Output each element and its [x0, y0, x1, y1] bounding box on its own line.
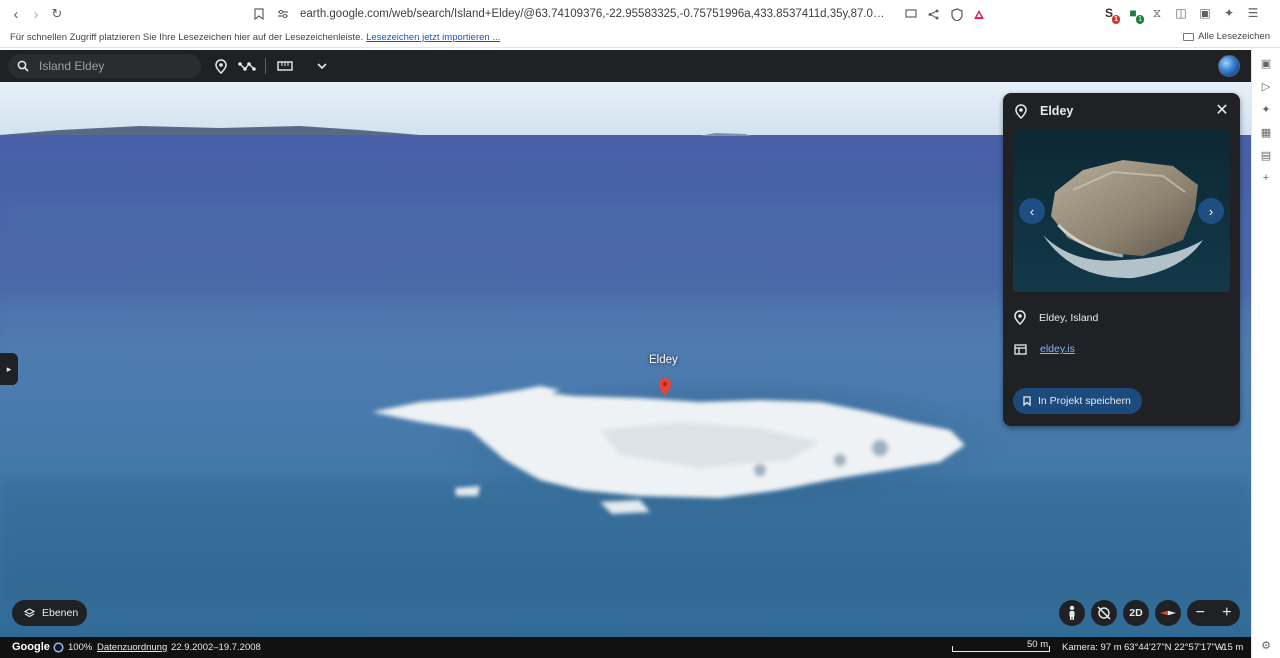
- video-side-icon[interactable]: ▷: [1259, 79, 1273, 93]
- google-logo: Google: [12, 641, 50, 653]
- leo-side-icon[interactable]: ✦: [1259, 102, 1273, 116]
- camera-altitude: Kamera: 97 m: [1062, 642, 1122, 653]
- account-globe-icon[interactable]: [1218, 55, 1240, 77]
- map-pin-icon[interactable]: [659, 378, 671, 396]
- url-text[interactable]: earth.google.com/web/search/Island+Eldey…: [300, 8, 890, 20]
- place-info-card: Eldey ✕ ‹ › Eldey, Island eldey.is In Pr…: [1003, 93, 1240, 426]
- browser-sidebar-strip: ▣ ▷ ✦ ▦ ▤ + ⚙: [1251, 50, 1280, 658]
- compass-button[interactable]: [1155, 600, 1181, 626]
- expand-sidebar-handle[interactable]: ▸: [0, 353, 18, 385]
- leo-ai-icon[interactable]: ✦: [1220, 4, 1238, 22]
- location-pin-icon: [1014, 310, 1026, 325]
- save-to-project-label: In Projekt speichern: [1038, 395, 1131, 407]
- sidebar-toggle-icon[interactable]: ◫: [1172, 4, 1190, 22]
- measure-ruler-icon[interactable]: [276, 57, 294, 75]
- close-icon[interactable]: ✕: [1214, 103, 1230, 119]
- brave-rewards-icon[interactable]: [970, 5, 988, 23]
- settings-side-icon[interactable]: ⚙: [1259, 638, 1273, 652]
- extension-green-icon[interactable]: ■ 1: [1124, 4, 1144, 24]
- layers-label: Ebenen: [42, 607, 79, 619]
- back-icon[interactable]: ‹: [6, 4, 26, 24]
- photo-next-button[interactable]: ›: [1198, 198, 1224, 224]
- reset-tilt-button[interactable]: [1091, 600, 1117, 626]
- chevron-right-icon: ▸: [6, 363, 12, 374]
- all-bookmarks-button[interactable]: Alle Lesezeichen: [1183, 31, 1270, 42]
- toggle-2d-button[interactable]: 2D: [1123, 600, 1149, 626]
- photo-prev-button[interactable]: ‹: [1019, 198, 1045, 224]
- card-title: Eldey: [1040, 104, 1074, 118]
- website-icon: [1014, 343, 1027, 355]
- layers-button[interactable]: Ebenen: [12, 600, 87, 626]
- search-box[interactable]: [8, 54, 201, 78]
- reload-icon[interactable]: ↻: [47, 4, 67, 24]
- layers-icon: [24, 607, 35, 617]
- place-pin-icon: [1015, 104, 1027, 119]
- extensions-puzzle-icon[interactable]: ⧖: [1148, 4, 1166, 22]
- place-photo[interactable]: ‹ ›: [1013, 130, 1230, 292]
- bookmark-star-icon[interactable]: [250, 5, 268, 23]
- scale-label: 50 m: [1027, 639, 1049, 650]
- save-to-project-button[interactable]: In Projekt speichern: [1013, 388, 1142, 414]
- reading-list-side-icon[interactable]: ▤: [1259, 148, 1273, 162]
- zoom-controls: − +: [1187, 600, 1240, 626]
- loading-ring-icon: [53, 642, 64, 653]
- folder-icon: [1183, 32, 1195, 41]
- street-view-pegman-button[interactable]: [1059, 600, 1085, 626]
- forward-icon[interactable]: ›: [26, 4, 46, 24]
- wallet-side-icon[interactable]: ▣: [1259, 56, 1273, 70]
- elevation: -15 m: [1219, 642, 1244, 653]
- address-bar[interactable]: earth.google.com/web/search/Island+Eldey…: [250, 3, 1002, 25]
- add-path-icon[interactable]: [238, 57, 256, 75]
- place-label[interactable]: Eldey: [649, 354, 678, 366]
- data-attribution-link[interactable]: Datenzuordnung: [97, 642, 167, 653]
- bookmark-icon: [1023, 396, 1031, 406]
- address-row: Eldey, Island: [1014, 310, 1098, 325]
- import-bookmarks-link[interactable]: Lesezeichen jetzt importieren ...: [366, 32, 500, 43]
- search-icon: [17, 60, 29, 72]
- pegman-icon: [1069, 605, 1075, 620]
- bookmarks-bar: Für schnellen Zugriff platzieren Sie Ihr…: [0, 28, 1280, 48]
- bookmarks-side-icon[interactable]: ▦: [1259, 125, 1273, 139]
- coordinates: 63°44'27"N 22°57'17"W: [1124, 642, 1224, 653]
- chevron-down-icon[interactable]: [313, 57, 331, 75]
- zoom-out-button[interactable]: −: [1196, 604, 1205, 622]
- add-placemark-icon[interactable]: [212, 57, 230, 75]
- add-side-icon[interactable]: +: [1259, 171, 1273, 185]
- brave-shield-icon[interactable]: [948, 5, 966, 23]
- card-header: Eldey ✕: [1003, 93, 1240, 129]
- toolbar-divider: [265, 58, 266, 74]
- imagery-dates: 22.9.2002–19.7.2008: [171, 642, 261, 653]
- cast-icon[interactable]: [902, 5, 920, 23]
- loading-percent: 100%: [68, 642, 93, 653]
- menu-icon[interactable]: ☰: [1244, 4, 1262, 22]
- website-link[interactable]: eldey.is: [1040, 343, 1075, 355]
- share-icon[interactable]: [924, 5, 942, 23]
- status-bar: Google 100% Datenzuordnung 22.9.2002–19.…: [0, 637, 1251, 658]
- compass-icon: [1160, 610, 1176, 616]
- site-info-icon[interactable]: [274, 5, 292, 23]
- address-text: Eldey, Island: [1039, 311, 1099, 324]
- earth-toolbar: [0, 50, 1251, 82]
- extension-s-icon[interactable]: S1: [1100, 4, 1120, 24]
- search-input[interactable]: [39, 59, 189, 73]
- extensions-area: S1 ■ 1 ⧖ ◫ ▣ ✦ ☰: [1100, 4, 1262, 24]
- website-row: eldey.is: [1014, 343, 1075, 355]
- browser-toolbar: ‹ › ↻ earth.google.com/web/search/Island…: [0, 0, 1280, 28]
- zoom-in-button[interactable]: +: [1222, 604, 1231, 622]
- wallet-icon[interactable]: ▣: [1196, 4, 1214, 22]
- all-bookmarks-label: Alle Lesezeichen: [1198, 31, 1270, 42]
- tilt-icon: [1097, 606, 1111, 620]
- bookmarks-hint: Für schnellen Zugriff platzieren Sie Ihr…: [10, 32, 364, 43]
- google-earth-viewport[interactable]: ▸ Eldey Eldey ✕ ‹ ›: [0, 50, 1251, 658]
